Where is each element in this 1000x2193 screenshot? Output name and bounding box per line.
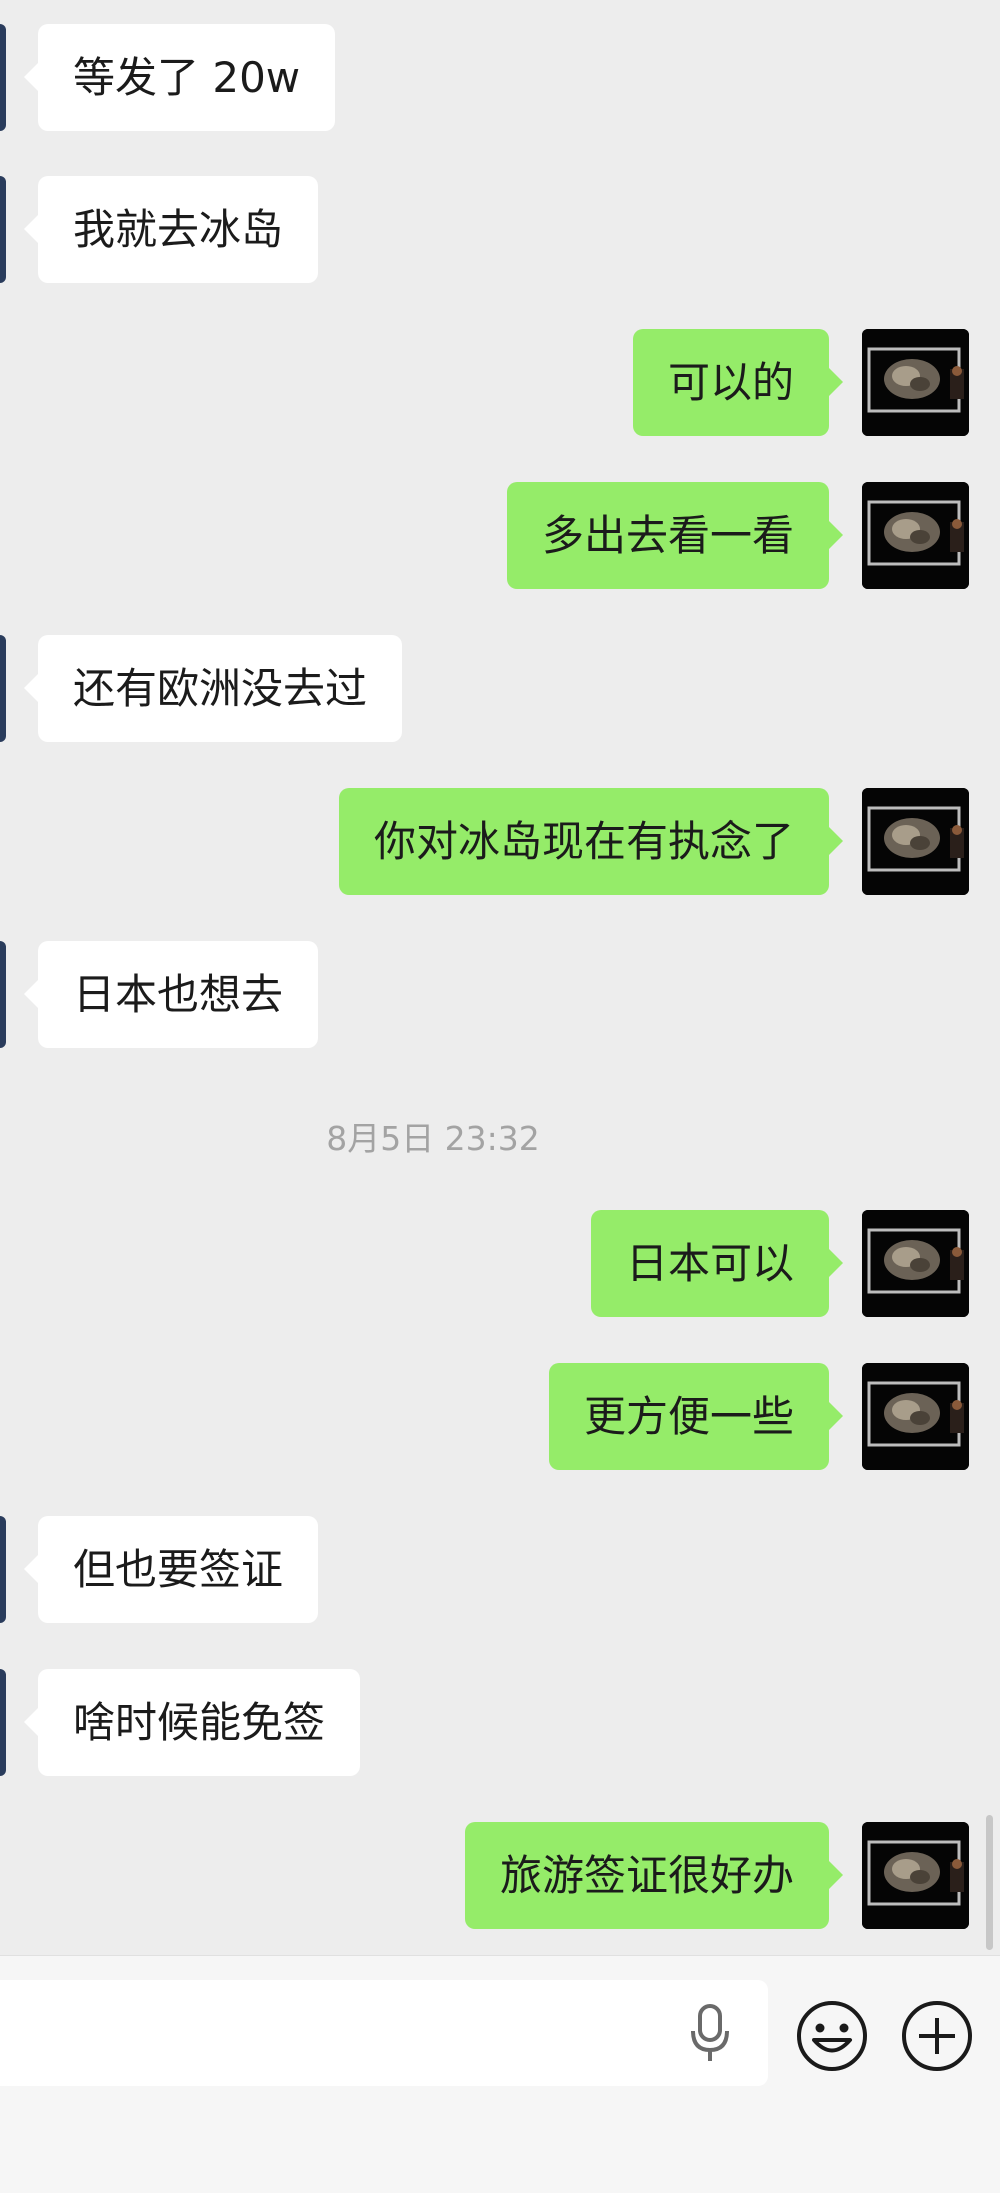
message-bubble[interactable]: 等发了 20w xyxy=(23,24,336,131)
my-avatar[interactable] xyxy=(862,1210,969,1317)
message-bubble[interactable]: 但也要签证 xyxy=(23,1516,319,1623)
message-bubble[interactable]: 更方便一些 xyxy=(548,1363,844,1470)
message-bubble[interactable]: 多出去看一看 xyxy=(506,482,844,589)
my-avatar[interactable] xyxy=(862,788,969,895)
message-input[interactable] xyxy=(0,1980,768,2086)
message-bubble[interactable]: 你对冰岛现在有执念了 xyxy=(338,788,844,895)
partner-avatar[interactable] xyxy=(0,1669,6,1776)
message-bubble[interactable]: 可以的 xyxy=(632,329,844,436)
smiley-icon[interactable] xyxy=(795,1999,869,2073)
message-bubble[interactable]: 啥时候能免签 xyxy=(23,1669,361,1776)
microphone-icon[interactable] xyxy=(688,2003,732,2063)
my-avatar[interactable] xyxy=(862,1822,969,1929)
my-avatar[interactable] xyxy=(862,1363,969,1470)
chat-screen: 等发了 20w 我就去冰岛 可以的 多出去看一看 还有欧洲没去过 你对冰岛现在有… xyxy=(0,0,1000,2193)
partner-avatar[interactable] xyxy=(0,176,6,283)
partner-avatar[interactable] xyxy=(0,1516,6,1623)
message-list[interactable]: 等发了 20w 我就去冰岛 可以的 多出去看一看 还有欧洲没去过 你对冰岛现在有… xyxy=(0,0,1000,1955)
my-avatar[interactable] xyxy=(862,482,969,589)
partner-avatar[interactable] xyxy=(0,24,6,131)
partner-avatar[interactable] xyxy=(0,635,6,742)
input-bar xyxy=(0,1955,1000,2193)
message-timestamp: 8月5日 23:32 xyxy=(326,1119,540,1158)
partner-avatar[interactable] xyxy=(0,941,6,1048)
message-bubble[interactable]: 日本也想去 xyxy=(23,941,319,1048)
message-bubble[interactable]: 日本可以 xyxy=(590,1210,844,1317)
message-bubble[interactable]: 还有欧洲没去过 xyxy=(23,635,403,742)
message-bubble[interactable]: 旅游签证很好办 xyxy=(464,1822,844,1929)
my-avatar[interactable] xyxy=(862,329,969,436)
message-bubble[interactable]: 我就去冰岛 xyxy=(23,176,319,283)
scrollbar[interactable] xyxy=(986,1815,993,1950)
plus-circle-icon[interactable] xyxy=(900,1999,974,2073)
